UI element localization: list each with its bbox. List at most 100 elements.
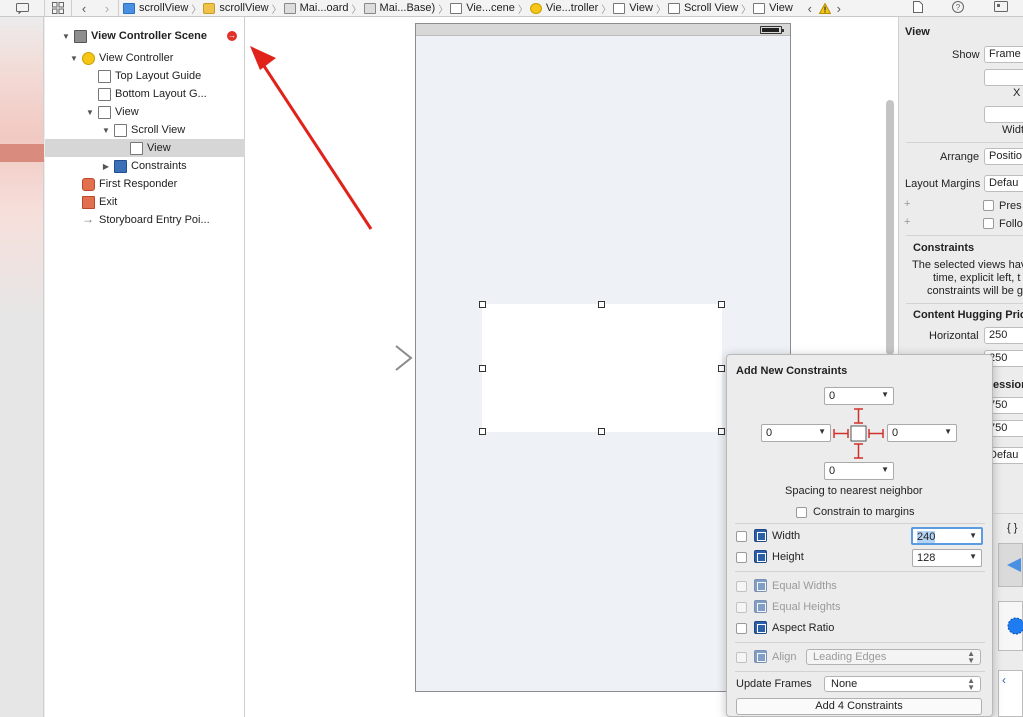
resize-handle[interactable] — [718, 301, 725, 308]
breadcrumb-item[interactable]: View — [753, 0, 795, 16]
width-field[interactable] — [984, 106, 1023, 123]
height-value-field[interactable]: 128 ▼ — [912, 549, 982, 567]
outline-row-inner-view[interactable]: View — [45, 139, 245, 157]
view-icon — [667, 2, 680, 14]
storyboard-icon — [283, 2, 296, 14]
resize-handle[interactable] — [718, 365, 725, 372]
outline-row-first-responder[interactable]: First Responder — [45, 175, 245, 193]
resize-handle[interactable] — [479, 301, 486, 308]
outline-row-scroll-view[interactable]: ▼ Scroll View — [45, 121, 245, 139]
comment-icon[interactable] — [0, 0, 44, 16]
disclosure-open-icon[interactable]: ▼ — [85, 108, 95, 117]
resize-handle[interactable] — [598, 428, 605, 435]
equal-heights-checkbox[interactable] — [736, 602, 747, 613]
library-item-icon[interactable]: ‹ — [998, 670, 1023, 717]
plus-icon[interactable]: + — [904, 216, 910, 228]
breadcrumb-item[interactable]: Mai...oard 〉 — [283, 0, 364, 16]
preserve-label: Pres — [999, 200, 1022, 212]
constrain-margins-checkbox[interactable] — [796, 507, 807, 518]
selection-marker — [0, 144, 44, 162]
arrange-label: Arrange — [940, 151, 980, 163]
breadcrumb-item[interactable]: Mai...Base) 〉 — [363, 0, 451, 16]
project-icon — [123, 2, 135, 14]
left-spacing-field[interactable]: 0 ▼ — [761, 424, 831, 442]
library-item-icon[interactable] — [998, 601, 1023, 651]
breadcrumb-item[interactable]: View 〉 — [613, 0, 668, 16]
identity-icon[interactable] — [994, 1, 1009, 15]
dropdown-arrow-icon[interactable]: ▼ — [944, 427, 952, 436]
resize-handle[interactable] — [718, 428, 725, 435]
exit-icon — [82, 195, 95, 209]
bottom-spacing-field[interactable]: 0 ▼ — [824, 462, 894, 480]
equal-widths-icon — [754, 579, 767, 592]
align-checkbox[interactable] — [736, 652, 747, 663]
code-snippet-icon[interactable]: { } — [1007, 522, 1017, 534]
breadcrumb-item[interactable]: Scroll View 〉 — [667, 0, 753, 16]
resize-handle[interactable] — [479, 428, 486, 435]
equal-widths-checkbox[interactable] — [736, 581, 747, 592]
canvas-scrollbar[interactable] — [886, 100, 894, 355]
grid-icon[interactable] — [45, 0, 71, 16]
right-spacing-field[interactable]: 0 ▼ — [887, 424, 957, 442]
horizontal-label: Horizontal — [929, 330, 979, 342]
arrange-popup[interactable]: Positio — [984, 148, 1023, 165]
breadcrumb-item[interactable]: Vie...cene 〉 — [450, 0, 530, 16]
disclosure-closed-icon[interactable]: ▶ — [101, 162, 111, 171]
layout-guide-icon — [98, 69, 111, 83]
dropdown-arrow-icon[interactable]: ▼ — [969, 531, 977, 540]
height-checkbox[interactable] — [736, 552, 747, 563]
outline-row-top-layout-guide[interactable]: Top Layout Guide — [45, 67, 245, 85]
resize-handle[interactable] — [479, 365, 486, 372]
aspect-ratio-checkbox[interactable] — [736, 623, 747, 634]
issue-forward-chevron-icon[interactable]: › — [833, 0, 845, 16]
warning-icon[interactable] — [817, 0, 833, 16]
x-field[interactable] — [984, 69, 1023, 86]
outline-row-entry-point[interactable]: → Storyboard Entry Poi... — [45, 211, 245, 229]
chevron-right-icon: 〉 — [438, 4, 449, 16]
breadcrumb-item[interactable]: scrollView 〉 — [123, 0, 203, 16]
dropdown-arrow-icon[interactable]: ▼ — [969, 552, 977, 561]
width-value-field[interactable]: 240 ▼ — [911, 527, 983, 545]
outline-row-scene[interactable]: ▼ View Controller Scene → — [45, 27, 245, 45]
update-frames-popup[interactable]: None ▲ ▼ — [824, 676, 981, 692]
horizontal-hugging-field[interactable]: 250 — [984, 327, 1023, 344]
dropdown-arrow-icon[interactable]: ▼ — [881, 465, 889, 474]
outline-row-constraints[interactable]: ▶ Constraints — [45, 157, 245, 175]
add-constraints-button[interactable]: Add 4 Constraints — [736, 698, 982, 715]
issue-back-chevron-icon[interactable]: ‹ — [803, 0, 817, 16]
outline-row-bottom-layout-guide[interactable]: Bottom Layout G... — [45, 85, 245, 103]
follow-checkbox[interactable] — [983, 218, 994, 229]
top-spacing-field[interactable]: 0 ▼ — [824, 387, 894, 405]
disclosure-open-icon[interactable]: ▼ — [69, 54, 79, 63]
width-checkbox[interactable] — [736, 531, 747, 542]
resize-handle[interactable] — [598, 301, 605, 308]
breadcrumb-item[interactable]: scrollView 〉 — [203, 0, 283, 16]
chevron-right-icon: 〉 — [655, 4, 666, 16]
dropdown-arrow-icon[interactable]: ▼ — [818, 427, 826, 436]
spacing-struts-icon[interactable] — [831, 407, 887, 461]
back-chevron-icon[interactable]: ‹ — [72, 0, 96, 16]
dropdown-arrow-icon[interactable]: ▼ — [881, 390, 889, 399]
outline-row-view-controller[interactable]: ▼ View Controller — [45, 49, 245, 67]
disclosure-open-icon[interactable]: ▼ — [61, 32, 71, 41]
outline-row-exit[interactable]: Exit — [45, 193, 245, 211]
width-constraint-icon — [754, 529, 767, 542]
disclosure-open-icon[interactable]: ▼ — [101, 126, 111, 135]
layout-margins-popup[interactable]: Defau — [984, 175, 1023, 192]
plus-icon[interactable]: + — [904, 198, 910, 210]
x-label: X — [1013, 87, 1021, 99]
equal-widths-label: Equal Widths — [772, 580, 837, 592]
help-icon[interactable]: ? — [952, 0, 965, 16]
preserve-checkbox[interactable] — [983, 200, 994, 211]
file-icon[interactable] — [912, 0, 923, 16]
layout-margins-label: Layout Margins — [905, 178, 981, 190]
align-popup[interactable]: Leading Edges ▲ ▼ — [806, 649, 981, 665]
issue-badge-icon[interactable]: → — [227, 31, 237, 41]
breadcrumb-item[interactable]: Vie...troller 〉 — [529, 0, 613, 16]
forward-chevron-icon[interactable]: › — [96, 0, 118, 16]
outline-row-view[interactable]: ▼ View — [45, 103, 245, 121]
library-item-icon[interactable] — [998, 543, 1023, 587]
show-popup[interactable]: Frame — [984, 46, 1023, 63]
scroll-view-icon — [114, 123, 127, 137]
selected-view[interactable] — [482, 304, 722, 432]
